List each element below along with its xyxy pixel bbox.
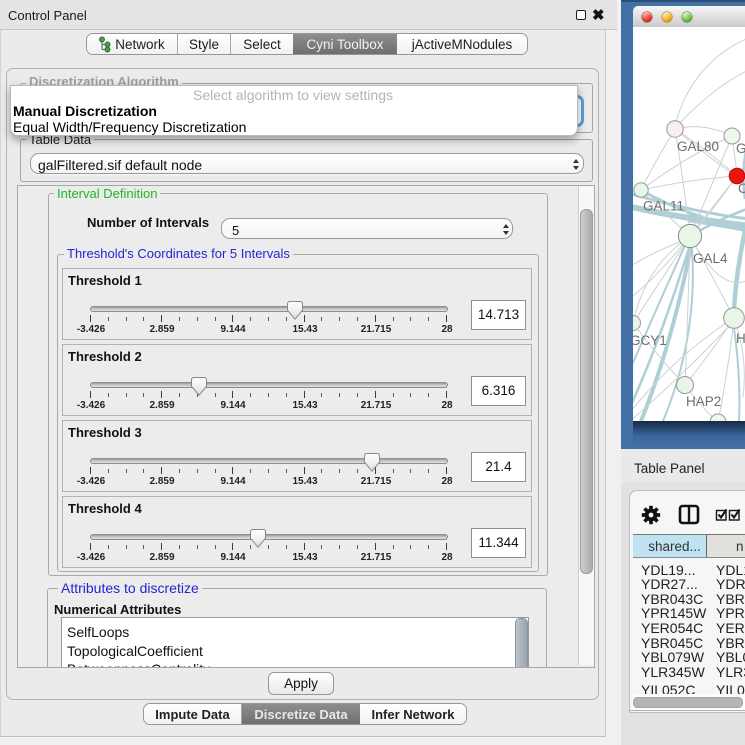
svg-text:GAL11: GAL11 [643,199,684,214]
svg-text:GCY1: GCY1 [633,333,667,348]
svg-text:C: C [738,181,745,196]
svg-text:G.: G. [736,141,745,156]
svg-text:GAL80: GAL80 [677,139,719,154]
svg-text:GAL4: GAL4 [693,251,728,266]
svg-text:HAP2: HAP2 [686,394,721,409]
svg-text:H: H [736,331,745,346]
